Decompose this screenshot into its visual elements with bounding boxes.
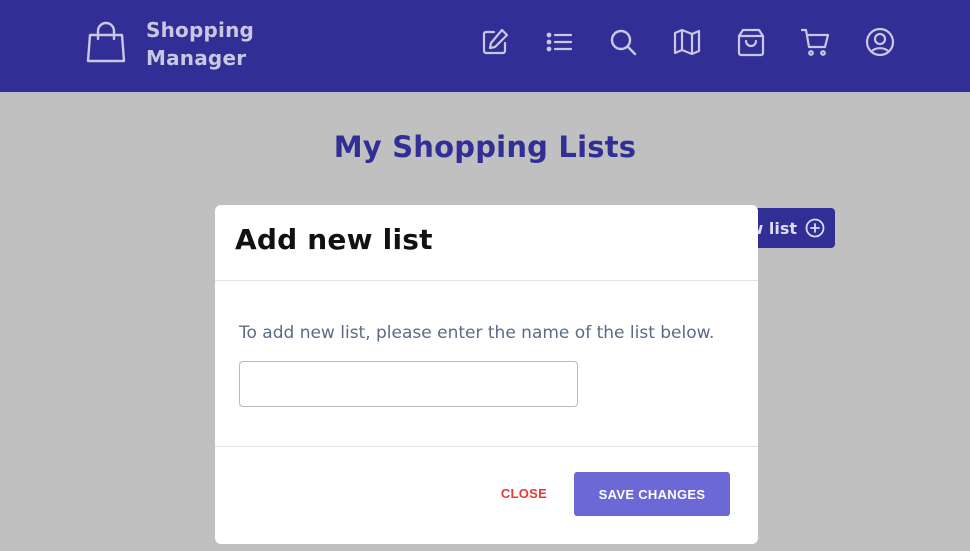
modal-title: Add new list [235,223,433,256]
search-icon[interactable] [607,26,639,58]
edit-icon[interactable] [479,26,511,58]
modal-description: To add new list, please enter the name o… [239,323,715,343]
plus-circle-icon [805,218,825,238]
add-list-modal: Add new list To add new list, please ent… [215,205,758,544]
brand-name[interactable]: Shopping Manager [146,16,254,72]
modal-body: To add new list, please enter the name o… [215,281,758,447]
save-changes-button[interactable]: SAVE CHANGES [574,472,730,516]
close-button[interactable]: CLOSE [485,471,563,515]
brand-line-2: Manager [146,46,247,70]
user-icon[interactable] [864,26,896,58]
brand-line-1: Shopping [146,18,255,42]
list-icon[interactable] [543,26,575,58]
cart-icon[interactable] [799,26,831,58]
list-name-input[interactable] [239,361,578,407]
app-header: Shopping Manager [0,0,970,92]
map-icon[interactable] [671,26,703,58]
modal-header: Add new list [215,205,758,281]
shopping-bag-logo-icon[interactable] [86,21,126,63]
page-title: My Shopping Lists [333,130,637,164]
bag-icon[interactable] [735,26,767,58]
